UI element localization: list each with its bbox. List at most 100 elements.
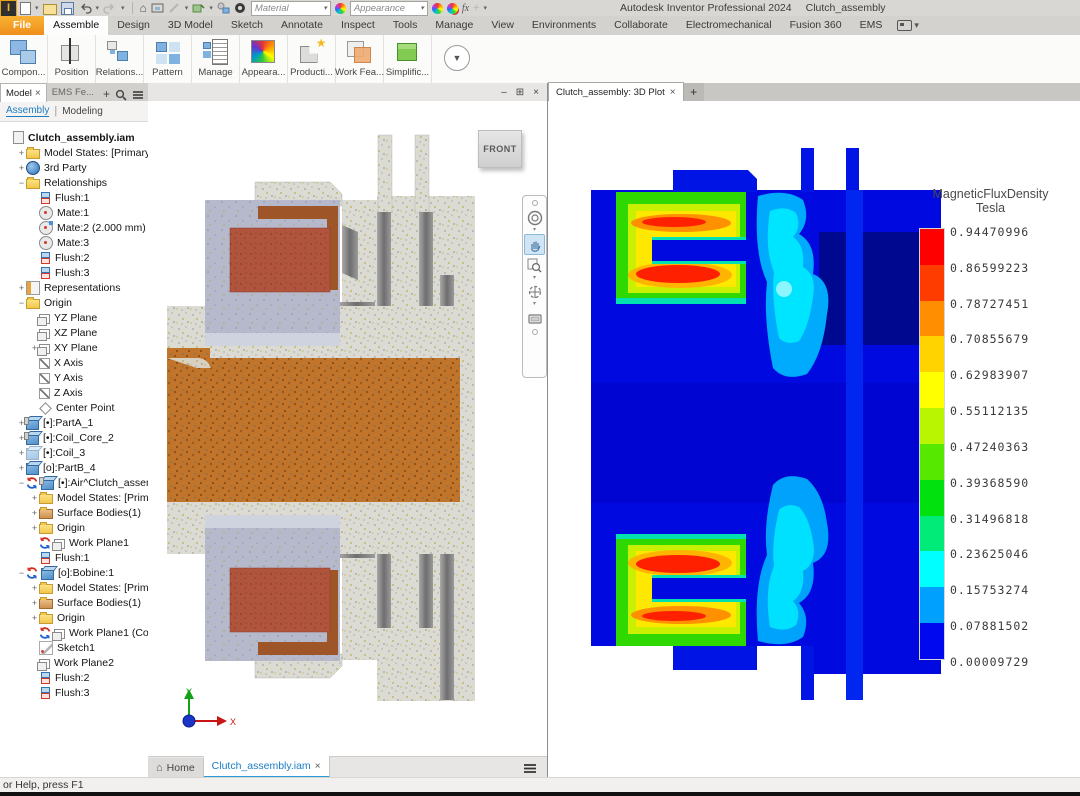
tree-item-work-plane1-coil-core-2[interactable]: Work Plane1 (Coil_Core_2)	[0, 625, 148, 640]
look-at-icon[interactable]	[525, 308, 544, 327]
tree-item-clutch-assembly-iam[interactable]: Clutch_assembly.iam	[0, 130, 148, 145]
model-canvas[interactable]: FRONT ▾ ▾	[148, 101, 547, 757]
close-icon[interactable]: ×	[533, 87, 539, 98]
update-icon[interactable]	[192, 2, 205, 14]
ribbon-tab-environments[interactable]: Environments	[523, 16, 605, 35]
minimize-icon[interactable]: –	[501, 87, 507, 98]
zoom-icon[interactable]	[525, 256, 544, 275]
close-icon[interactable]: ×	[315, 761, 321, 772]
tree-item-o-partb-4[interactable]: +[o]:PartB_4	[0, 460, 148, 475]
adjust-appearance-icon[interactable]	[432, 3, 443, 14]
browser-tab-ems-fe[interactable]: EMS Fe...	[47, 83, 99, 101]
ribbon-tab-manage[interactable]: Manage	[426, 16, 482, 35]
plot-document-tab[interactable]: Clutch_assembly: 3D Plot ×	[548, 82, 684, 101]
tree-item-xz-plane[interactable]: XZ Plane	[0, 325, 148, 340]
tree-expander-icon[interactable]: +	[30, 598, 39, 608]
tree-expander-icon[interactable]: +	[30, 583, 39, 593]
ribbon-tab-design[interactable]: Design	[108, 16, 159, 35]
tree-item-xy-plane[interactable]: +XY Plane	[0, 340, 148, 355]
update-dropdown-icon[interactable]: ▾	[209, 4, 213, 12]
document-tab-clutch-assembly-iam[interactable]: Clutch_assembly.iam×	[204, 756, 330, 778]
new-file-icon[interactable]	[20, 2, 31, 15]
browser-menu-icon[interactable]	[132, 90, 144, 100]
browser-subtab-assembly[interactable]: Assembly	[6, 105, 49, 117]
ribbon-button-position[interactable]: Position	[48, 35, 96, 83]
ribbon-button-simplific[interactable]: Simplific...	[384, 35, 432, 83]
tree-expander-icon[interactable]: +	[30, 613, 39, 623]
tree-expander-icon[interactable]: +	[30, 523, 39, 533]
tree-item-parta-1[interactable]: +[•]:PartA_1	[0, 415, 148, 430]
ribbon-tab-electromechanical[interactable]: Electromechanical	[677, 16, 781, 35]
tree-item-mate-3[interactable]: Mate:3	[0, 235, 148, 250]
save-icon[interactable]	[61, 2, 74, 15]
ribbon-button-producti[interactable]: Producti...	[288, 35, 336, 83]
restore-icon[interactable]: ⊞	[516, 87, 524, 98]
ribbon-tab-file[interactable]: File	[0, 16, 44, 35]
navigation-wheel-icon[interactable]	[525, 208, 544, 227]
ribbon-tab-3d-model[interactable]: 3D Model	[159, 16, 222, 35]
navbar-grip[interactable]	[532, 329, 538, 335]
new-file-dropdown-icon[interactable]: ▾	[35, 4, 39, 12]
ribbon-tab-sketch[interactable]: Sketch	[222, 16, 272, 35]
ribbon-tab-fusion-360[interactable]: Fusion 360	[781, 16, 851, 35]
tree-item-model-states-primary[interactable]: +Model States: [Primary]	[0, 145, 148, 160]
tree-item-y-axis[interactable]: Y Axis	[0, 370, 148, 385]
tree-item-relationships[interactable]: −Relationships	[0, 175, 148, 190]
inventor-logo[interactable]: I	[0, 0, 17, 17]
tree-item-flush-2[interactable]: Flush:2	[0, 670, 148, 685]
home-icon[interactable]: ⌂	[140, 1, 147, 15]
undo-dropdown-icon[interactable]: ▾	[96, 4, 100, 12]
ribbon-button-relations[interactable]: Relations...	[96, 35, 144, 83]
tree-item-origin[interactable]: +Origin	[0, 520, 148, 535]
redo-dropdown-icon[interactable]: ▾	[121, 4, 125, 12]
ribbon-button-manage[interactable]: Manage	[192, 35, 240, 83]
tree-item-work-plane1[interactable]: Work Plane1	[0, 535, 148, 550]
plot-viewport[interactable]: Clutch_assembly: 3D Plot × +	[547, 83, 1080, 778]
tree-item-representations[interactable]: +Representations	[0, 280, 148, 295]
navbar-grip[interactable]	[532, 200, 538, 206]
add-panel-icon[interactable]: +	[99, 87, 114, 101]
tree-item-flush-3[interactable]: Flush:3	[0, 265, 148, 280]
tree-item-mate-2-2-000-mm[interactable]: Mate:2 (2.000 mm)	[0, 220, 148, 235]
ribbon-tab-view[interactable]: View	[482, 16, 523, 35]
tree-item-coil-core-2[interactable]: +[•]:Coil_Core_2	[0, 430, 148, 445]
color-wheel-icon[interactable]	[335, 3, 346, 14]
render-icon[interactable]	[234, 2, 247, 14]
tree-item-3rd-party[interactable]: +3rd Party	[0, 160, 148, 175]
tree-expander-icon[interactable]: +	[17, 283, 26, 293]
orbit-icon[interactable]	[525, 282, 544, 301]
tree-item-flush-2[interactable]: Flush:2	[0, 250, 148, 265]
tree-item-work-plane2[interactable]: Work Plane2	[0, 655, 148, 670]
material-dropdown[interactable]: Material▾	[251, 1, 331, 16]
chevron-down-icon[interactable]: ▾	[533, 302, 536, 307]
model-viewport[interactable]: – ⊞ ×	[148, 83, 547, 778]
tree-item-model-states-primary[interactable]: +Model States: [Primary]	[0, 580, 148, 595]
customize-qat-icon[interactable]: ▾	[483, 4, 487, 12]
tree-item-surface-bodies-1[interactable]: +Surface Bodies(1)	[0, 505, 148, 520]
ribbon-button-appeara[interactable]: Appeara...	[240, 35, 288, 83]
document-tab-home[interactable]: ⌂Home	[148, 758, 204, 778]
close-icon[interactable]: ×	[670, 87, 676, 98]
tree-item-model-states-primary[interactable]: +Model States: [Primary]	[0, 490, 148, 505]
tree-expander-icon[interactable]: +	[17, 463, 26, 473]
appearance-dropdown[interactable]: Appearance▾	[350, 1, 428, 16]
tree-expander-icon[interactable]: −	[17, 298, 26, 308]
tree-item-flush-1[interactable]: Flush:1	[0, 550, 148, 565]
ribbon-tab-annotate[interactable]: Annotate	[272, 16, 332, 35]
tree-item-yz-plane[interactable]: YZ Plane	[0, 310, 148, 325]
chevron-down-icon[interactable]: ▾	[533, 276, 536, 281]
plot-canvas[interactable]: MagneticFluxDensity Tesla 0.944709960.86…	[548, 101, 1080, 778]
tree-item-flush-1[interactable]: Flush:1	[0, 190, 148, 205]
ribbon-tab-tools[interactable]: Tools	[384, 16, 427, 35]
parameters-icon[interactable]: fx	[462, 3, 469, 14]
clear-appearance-icon[interactable]	[447, 3, 458, 14]
close-icon[interactable]: ×	[35, 88, 41, 99]
ribbon-button-work-fea[interactable]: Work Fea...	[336, 35, 384, 83]
tree-item-sketch1[interactable]: Sketch1	[0, 640, 148, 655]
view-cube[interactable]: FRONT	[478, 130, 522, 168]
search-icon[interactable]	[115, 89, 127, 101]
select-icon[interactable]	[217, 2, 230, 14]
capture-icon[interactable]	[151, 2, 164, 14]
browser-subtab-modeling[interactable]: Modeling	[62, 106, 103, 117]
tree-expander-icon[interactable]: +	[30, 493, 39, 503]
